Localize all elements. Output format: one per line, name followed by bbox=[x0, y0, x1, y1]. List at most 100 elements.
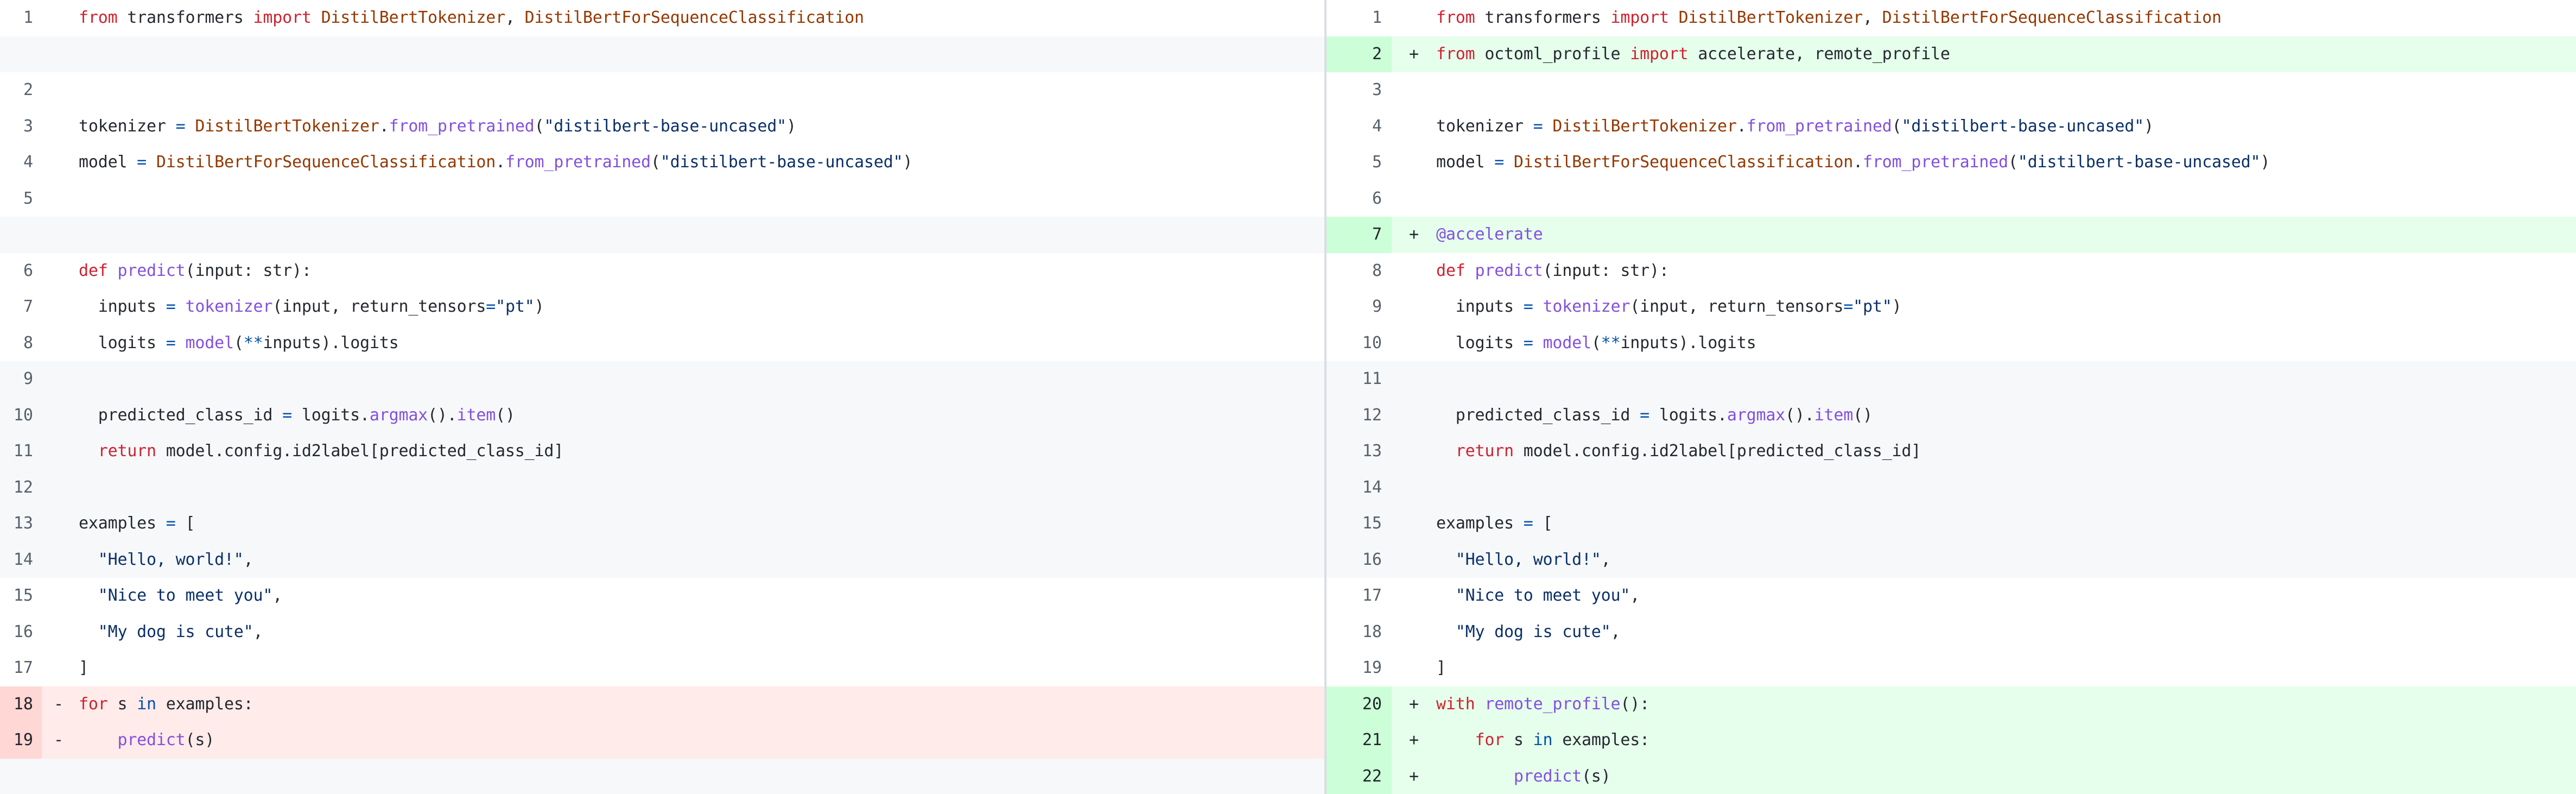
code-line[interactable]: return model.config.id2label[predicted_c… bbox=[1430, 433, 2576, 470]
code-line[interactable]: def predict(input: str): bbox=[1430, 253, 2576, 289]
line-number[interactable]: 19 bbox=[0, 722, 42, 759]
diff-row[interactable]: 10 logits = model(**inputs).logits bbox=[1327, 325, 2576, 362]
diff-row[interactable]: 13 examples = [ bbox=[0, 506, 1324, 542]
diff-row[interactable]: 13 return model.config.id2label[predicte… bbox=[1327, 433, 2576, 470]
diff-row[interactable]: 9 inputs = tokenizer(input, return_tenso… bbox=[1327, 289, 2576, 325]
code-line[interactable]: ] bbox=[1430, 650, 2576, 686]
line-number[interactable] bbox=[0, 36, 42, 73]
code-line[interactable]: @accelerate bbox=[1430, 217, 2576, 253]
code-line[interactable]: predict(s) bbox=[73, 722, 1324, 759]
code-line[interactable]: for s in examples: bbox=[1430, 722, 2576, 759]
diff-row[interactable]: 17] bbox=[0, 650, 1324, 686]
line-number[interactable]: 10 bbox=[1327, 325, 1392, 362]
diff-row[interactable]: 7 inputs = tokenizer(input, return_tenso… bbox=[0, 289, 1324, 325]
line-number[interactable]: 6 bbox=[1327, 181, 1392, 217]
line-number[interactable]: 5 bbox=[1327, 144, 1392, 181]
diff-row[interactable]: 8 def predict(input: str): bbox=[1327, 253, 2576, 289]
diff-row[interactable]: 6 def predict(input: str): bbox=[0, 253, 1324, 289]
line-number[interactable]: 16 bbox=[0, 614, 42, 651]
code-line[interactable]: def predict(input: str): bbox=[73, 253, 1324, 289]
code-line[interactable]: from transformers import DistilBertToken… bbox=[1430, 0, 2576, 36]
code-line[interactable] bbox=[73, 181, 1324, 217]
line-number[interactable]: 22 bbox=[1327, 758, 1392, 794]
code-line[interactable]: "Nice to meet you", bbox=[1430, 578, 2576, 614]
code-line[interactable] bbox=[73, 759, 1324, 794]
line-number[interactable]: 1 bbox=[1327, 0, 1392, 36]
line-number[interactable]: 6 bbox=[0, 253, 42, 289]
diff-row[interactable]: 5 model = DistilBertForSequenceClassifica… bbox=[1327, 144, 2576, 181]
diff-row[interactable]: 11 return model.config.id2label[predicte… bbox=[0, 433, 1324, 470]
line-number[interactable]: 20 bbox=[1327, 686, 1392, 722]
diff-row[interactable]: 3 bbox=[1327, 72, 2576, 109]
line-number[interactable]: 8 bbox=[0, 325, 42, 362]
code-line[interactable]: examples = [ bbox=[73, 506, 1324, 542]
code-line[interactable]: predicted_class_id = logits.argmax().ite… bbox=[73, 398, 1324, 434]
diff-row[interactable]: 2 + from octoml_profile import accelerate,… bbox=[1327, 36, 2576, 73]
code-line[interactable]: predict(s) bbox=[1430, 759, 2576, 794]
diff-row[interactable]: 2 bbox=[0, 72, 1324, 109]
diff-row[interactable]: 18- for s in examples: bbox=[0, 686, 1324, 722]
line-number[interactable]: 19 bbox=[1327, 650, 1392, 686]
code-line[interactable]: "My dog is cute", bbox=[1430, 614, 2576, 651]
code-line[interactable]: logits = model(**inputs).logits bbox=[1430, 325, 2576, 362]
diff-row[interactable]: 10 predicted_class_id = logits.argmax().… bbox=[0, 397, 1324, 434]
code-line[interactable]: "My dog is cute", bbox=[73, 614, 1324, 651]
diff-row[interactable]: 12 bbox=[0, 469, 1324, 506]
code-line[interactable]: tokenizer = DistilBertTokenizer.from_pre… bbox=[1430, 109, 2576, 145]
diff-row[interactable]: 4 tokenizer = DistilBertTokenizer.from_pr… bbox=[1327, 108, 2576, 145]
diff-row[interactable]: 17 "Nice to meet you", bbox=[1327, 578, 2576, 614]
line-number[interactable]: 18 bbox=[0, 686, 42, 722]
diff-row[interactable]: 16 "My dog is cute", bbox=[0, 614, 1324, 651]
code-line[interactable]: "Hello, world!", bbox=[73, 542, 1324, 578]
line-number[interactable]: 14 bbox=[1327, 470, 1392, 506]
code-line[interactable] bbox=[73, 36, 1324, 73]
diff-row[interactable]: 14 "Hello, world!", bbox=[0, 541, 1324, 578]
code-line[interactable]: ] bbox=[73, 650, 1324, 686]
line-number[interactable] bbox=[0, 759, 42, 794]
line-number[interactable] bbox=[0, 217, 42, 253]
line-number[interactable]: 11 bbox=[0, 433, 42, 470]
diff-row[interactable]: 20 + with remote_profile(): bbox=[1327, 686, 2576, 723]
line-number[interactable]: 7 bbox=[1327, 217, 1392, 253]
diff-row[interactable]: 22 + predict(s) bbox=[1327, 758, 2576, 794]
diff-row[interactable] bbox=[0, 217, 1324, 253]
diff-row[interactable]: 7 + @accelerate bbox=[1327, 217, 2576, 253]
code-line[interactable]: from transformers import DistilBertToken… bbox=[73, 0, 1324, 36]
diff-row[interactable]: 11 bbox=[1327, 361, 2576, 398]
code-line[interactable]: from octoml_profile import accelerate, r… bbox=[1430, 36, 2576, 73]
diff-row[interactable]: 16 "Hello, world!", bbox=[1327, 541, 2576, 578]
line-number[interactable]: 17 bbox=[0, 650, 42, 686]
code-line[interactable]: inputs = tokenizer(input, return_tensors… bbox=[73, 289, 1324, 325]
line-number[interactable]: 10 bbox=[0, 398, 42, 434]
line-number[interactable]: 9 bbox=[1327, 289, 1392, 325]
code-line[interactable]: "Nice to meet you", bbox=[73, 578, 1324, 614]
diff-row[interactable]: 1 from transformers import DistilBertToke… bbox=[0, 0, 1324, 36]
code-line[interactable]: model = DistilBertForSequenceClassificat… bbox=[73, 144, 1324, 181]
line-number[interactable]: 3 bbox=[0, 109, 42, 145]
diff-row[interactable]: 12 predicted_class_id = logits.argmax().… bbox=[1327, 397, 2576, 434]
code-line[interactable]: logits = model(**inputs).logits bbox=[73, 325, 1324, 362]
code-line[interactable] bbox=[1430, 470, 2576, 506]
line-number[interactable]: 14 bbox=[0, 542, 42, 578]
line-number[interactable]: 15 bbox=[1327, 506, 1392, 542]
code-line[interactable]: predicted_class_id = logits.argmax().ite… bbox=[1430, 398, 2576, 434]
diff-row[interactable]: 3 tokenizer = DistilBertTokenizer.from_pr… bbox=[0, 108, 1324, 145]
diff-row[interactable]: 4 model = DistilBertForSequenceClassifica… bbox=[0, 144, 1324, 181]
code-line[interactable]: examples = [ bbox=[1430, 506, 2576, 542]
line-number[interactable]: 12 bbox=[0, 470, 42, 506]
line-number[interactable]: 4 bbox=[1327, 109, 1392, 145]
code-line[interactable]: with remote_profile(): bbox=[1430, 686, 2576, 723]
line-number[interactable]: 2 bbox=[1327, 36, 1392, 72]
code-line[interactable] bbox=[73, 217, 1324, 253]
line-number[interactable]: 18 bbox=[1327, 614, 1392, 651]
code-line[interactable]: return model.config.id2label[predicted_c… bbox=[73, 433, 1324, 470]
code-line[interactable]: "Hello, world!", bbox=[1430, 542, 2576, 578]
line-number[interactable]: 5 bbox=[0, 181, 42, 217]
line-number[interactable]: 4 bbox=[0, 144, 42, 181]
diff-row[interactable]: 6 bbox=[1327, 180, 2576, 217]
code-line[interactable] bbox=[1430, 181, 2576, 217]
diff-row[interactable]: 19- predict(s) bbox=[0, 722, 1324, 759]
line-number[interactable]: 17 bbox=[1327, 578, 1392, 614]
diff-row[interactable]: 21 + for s in examples: bbox=[1327, 722, 2576, 759]
code-line[interactable] bbox=[73, 470, 1324, 506]
